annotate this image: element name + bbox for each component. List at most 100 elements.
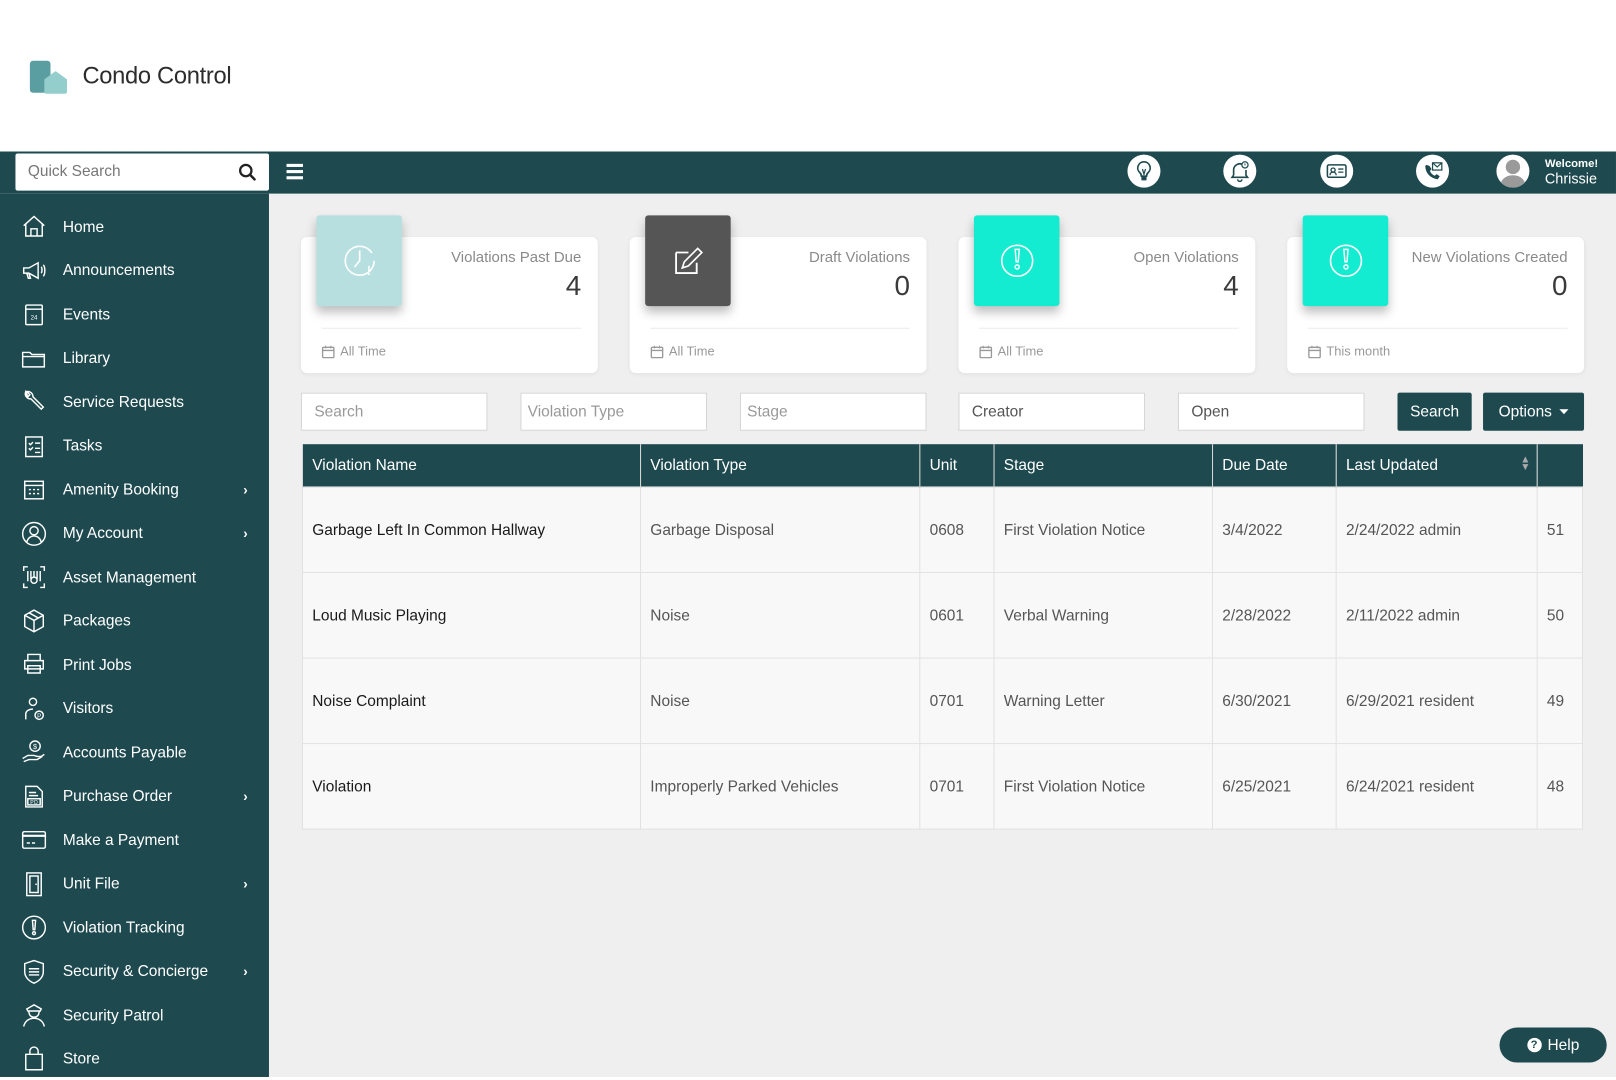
card-value: 4 xyxy=(1223,270,1238,302)
welcome-label: Welcome! xyxy=(1545,157,1598,171)
sidebar-item-label: Home xyxy=(63,218,104,236)
brand-name: Condo Control xyxy=(82,62,231,90)
phone-mail-icon[interactable] xyxy=(1416,155,1449,188)
cell-name[interactable]: Garbage Left In Common Hallway xyxy=(302,487,640,573)
status-select[interactable] xyxy=(1179,394,1363,430)
col-last-updated[interactable]: Last Updated▲▼ xyxy=(1336,444,1537,487)
menu-toggle-icon[interactable] xyxy=(287,164,303,180)
sidebar-item-library[interactable]: Library xyxy=(0,338,269,379)
sidebar-item-violation-tracking[interactable]: Violation Tracking xyxy=(0,907,269,948)
status-filter[interactable] xyxy=(1178,393,1365,431)
cell-updated: 2/24/2022 admin xyxy=(1336,487,1537,573)
table-row[interactable]: Noise ComplaintNoise0701Warning Letter6/… xyxy=(302,658,1582,744)
card-period: All Time xyxy=(650,344,714,358)
sidebar-item-store[interactable]: Store xyxy=(0,1038,269,1079)
search-input[interactable] xyxy=(302,394,486,430)
search-button[interactable]: Search xyxy=(1397,393,1471,431)
cell-name[interactable]: Violation xyxy=(302,744,640,830)
col-stage[interactable]: Stage xyxy=(994,444,1212,487)
sidebar-item-home[interactable]: Home xyxy=(0,206,269,247)
folder-icon xyxy=(21,345,48,372)
sidebar-item-packages[interactable]: Packages xyxy=(0,600,269,641)
wrench-icon xyxy=(21,389,48,416)
quick-search[interactable] xyxy=(15,154,269,191)
sidebar-item-announcements[interactable]: Announcements xyxy=(0,250,269,291)
col-due-date[interactable]: Due Date xyxy=(1213,444,1337,487)
sidebar-item-service-requests[interactable]: Service Requests xyxy=(0,381,269,422)
col-violation-name[interactable]: Violation Name xyxy=(302,444,640,487)
stage-filter[interactable] xyxy=(740,393,927,431)
card-value: 4 xyxy=(566,270,581,302)
help-button[interactable]: ? Help xyxy=(1500,1028,1607,1063)
sidebar-item-label: Make a Payment xyxy=(63,831,179,849)
sidebar-item-amenity-booking[interactable]: Amenity Booking › xyxy=(0,469,269,510)
sort-icon[interactable]: ▲▼ xyxy=(1520,457,1530,471)
card-title: Open Violations xyxy=(1134,249,1239,265)
search-filter[interactable] xyxy=(301,393,488,431)
calendar-icon xyxy=(979,345,992,358)
stage-select[interactable] xyxy=(741,394,925,430)
cell-unit: 0601 xyxy=(920,572,994,658)
creator-input[interactable] xyxy=(959,394,1143,430)
card-icon-tile xyxy=(1303,215,1389,306)
cell-due: 3/4/2022 xyxy=(1213,487,1337,573)
sidebar-item-events[interactable]: 24 Events xyxy=(0,294,269,335)
sidebar-item-security-patrol[interactable]: Security Patrol xyxy=(0,995,269,1036)
avatar[interactable] xyxy=(1496,155,1529,188)
sidebar-item-accounts-payable[interactable]: $ Accounts Payable xyxy=(0,732,269,773)
sidebar-item-label: Store xyxy=(63,1050,100,1068)
card-period-label: All Time xyxy=(669,344,715,358)
sidebar-item-unit-file[interactable]: Unit File › xyxy=(0,863,269,904)
calendar-icon: 24 xyxy=(21,301,48,328)
table-row[interactable]: Loud Music PlayingNoise0601Verbal Warnin… xyxy=(302,572,1582,658)
sidebar-item-visitors[interactable]: P Visitors xyxy=(0,688,269,729)
calendar-icon xyxy=(322,345,335,358)
table-row[interactable]: ViolationImproperly Parked Vehicles0701F… xyxy=(302,744,1582,830)
table-row[interactable]: Garbage Left In Common HallwayGarbage Di… xyxy=(302,487,1582,573)
clock-alert-icon xyxy=(339,240,380,281)
divider xyxy=(650,328,910,329)
user-welcome[interactable]: Welcome! Chrissie xyxy=(1545,157,1598,186)
svg-text:$: $ xyxy=(33,742,37,751)
sidebar-item-label: Security & Concierge xyxy=(63,963,208,981)
card-icon-tile xyxy=(316,215,402,306)
contact-card-icon[interactable] xyxy=(1320,155,1353,188)
user-name: Chrissie xyxy=(1545,171,1598,185)
sidebar-item-security-concierge[interactable]: Security & Concierge › xyxy=(0,951,269,992)
sidebar-item-purchase-order[interactable]: PO Purchase Order › xyxy=(0,776,269,817)
col-label: Unit xyxy=(930,457,958,475)
sidebar-item-label: Violation Tracking xyxy=(63,919,185,937)
sidebar-item-print-jobs[interactable]: Print Jobs xyxy=(0,644,269,685)
options-button[interactable]: Options xyxy=(1483,393,1584,431)
cell-due: 2/28/2022 xyxy=(1213,572,1337,658)
cell-unit: 0701 xyxy=(920,658,994,744)
svg-text:PO: PO xyxy=(30,799,37,805)
search-icon[interactable] xyxy=(238,163,257,182)
sidebar-item-my-account[interactable]: My Account › xyxy=(0,513,269,554)
cell-updated: 6/24/2021 resident xyxy=(1336,744,1537,830)
sidebar-item-make-a-payment[interactable]: Make a Payment xyxy=(0,819,269,860)
cell-name[interactable]: Noise Complaint xyxy=(302,658,640,744)
purchase-order-icon: PO xyxy=(21,783,48,810)
cell-name[interactable]: Loud Music Playing xyxy=(302,572,640,658)
calendar-icon xyxy=(1308,345,1321,358)
notification-bell-icon[interactable] xyxy=(1223,155,1256,188)
lightbulb-icon[interactable] xyxy=(1127,155,1160,188)
violation-type-select[interactable] xyxy=(521,394,705,430)
sidebar-item-tasks[interactable]: Tasks xyxy=(0,425,269,466)
divider xyxy=(322,328,582,329)
cell-type: Improperly Parked Vehicles xyxy=(641,744,920,830)
violation-type-filter[interactable] xyxy=(520,393,707,431)
sidebar-item-label: Security Patrol xyxy=(63,1006,164,1024)
options-label: Options xyxy=(1499,403,1552,421)
quick-search-input[interactable] xyxy=(15,154,233,189)
cell-unit: 0608 xyxy=(920,487,994,573)
cell-stage: Warning Letter xyxy=(994,658,1212,744)
sidebar-item-asset-management[interactable]: Asset Management xyxy=(0,557,269,598)
creator-filter[interactable] xyxy=(958,393,1145,431)
card-period: This month xyxy=(1308,344,1390,358)
col-unit[interactable]: Unit xyxy=(920,444,994,487)
sidebar-item-label: My Account xyxy=(63,525,143,543)
col-violation-type[interactable]: Violation Type xyxy=(641,444,920,487)
sidebar-item-label: Print Jobs xyxy=(63,656,132,674)
